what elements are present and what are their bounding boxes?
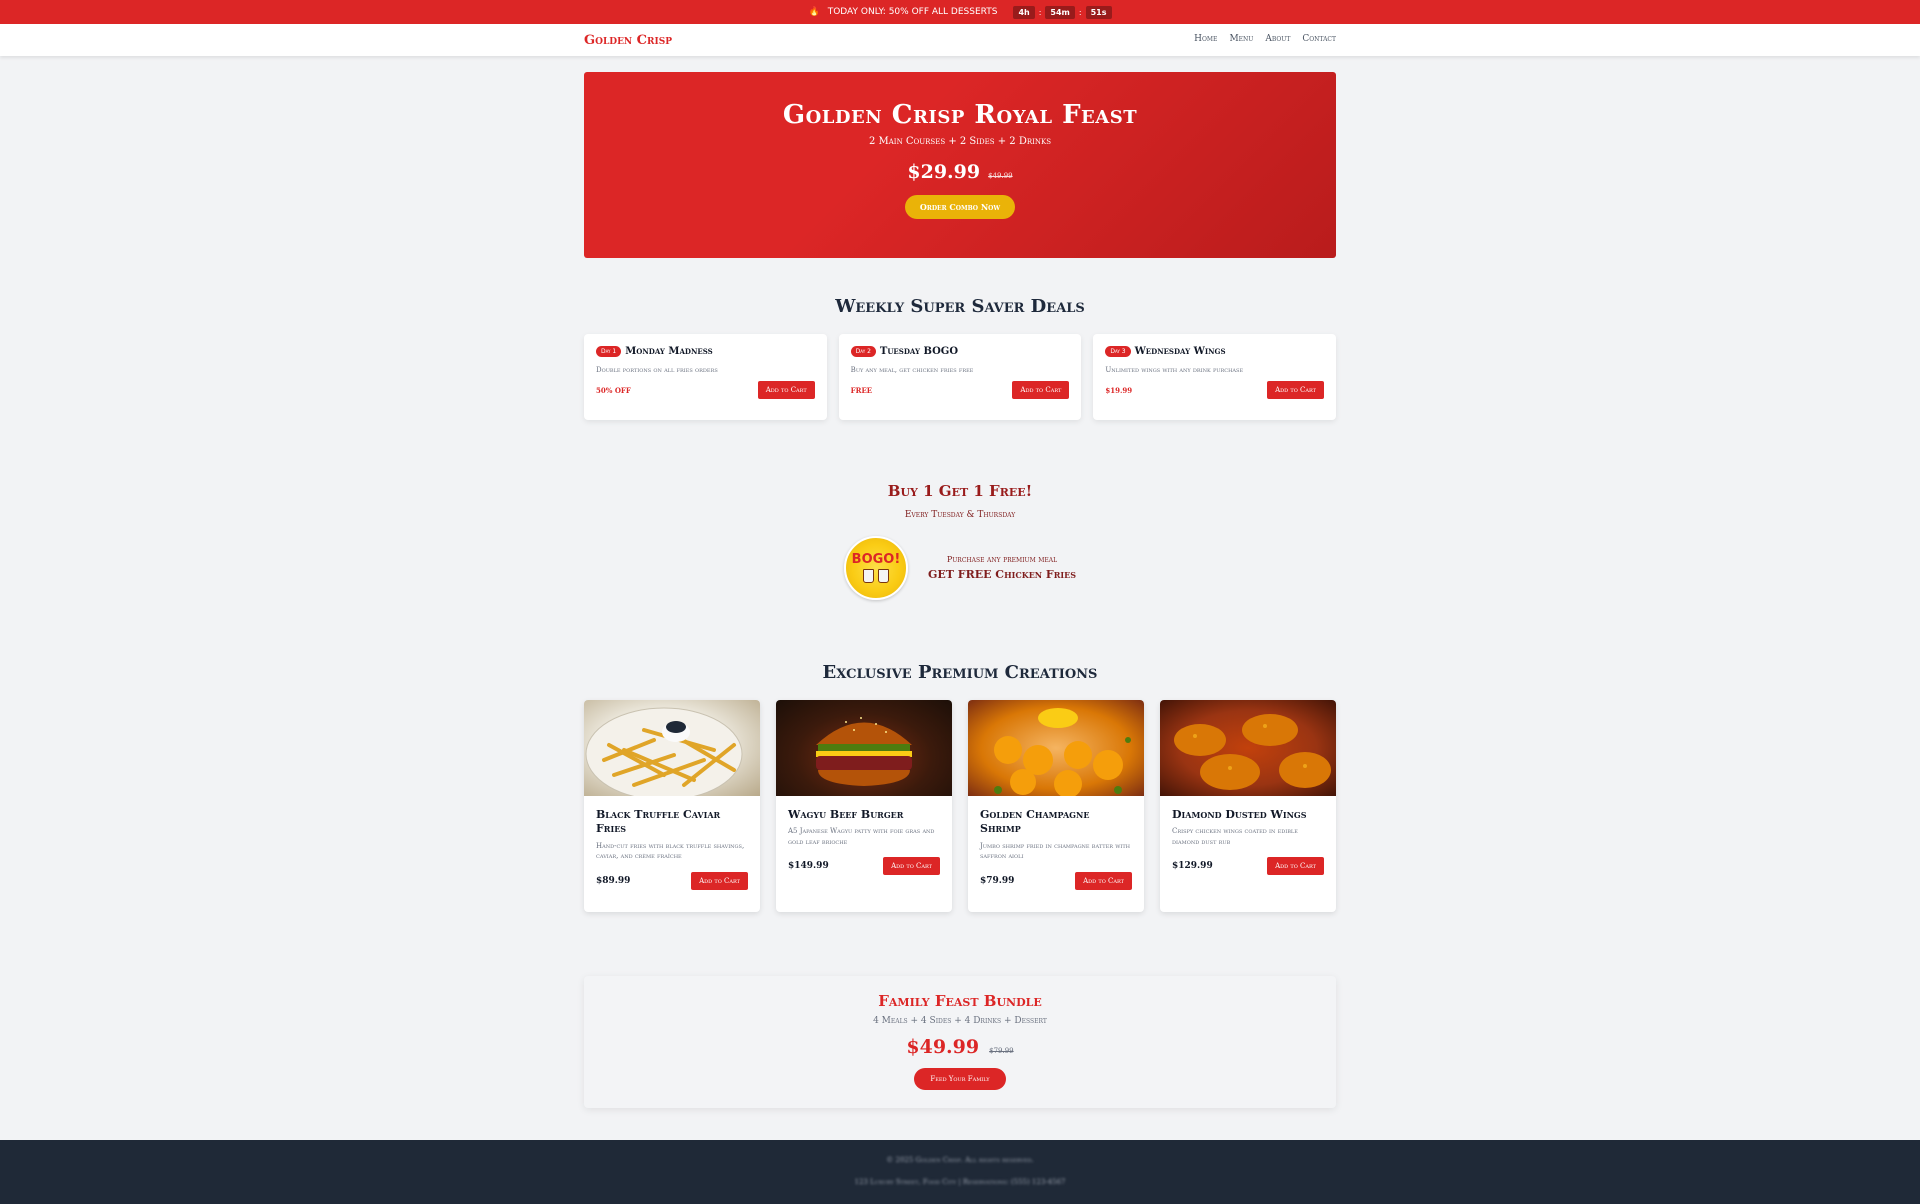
bogo-title: Buy 1 Get 1 Free! [887,482,1033,500]
day-badge: Day 1 [596,346,622,357]
family-price: $49.99 [906,1036,980,1058]
hero-title: Golden Crisp Royal Feast [782,100,1138,130]
deal-title: Wednesday Wings [1134,346,1226,357]
feed-family-button[interactable]: Feed Your Family [914,1068,1006,1090]
product-name: Diamond Dusted Wings [1172,808,1307,821]
product-card: Wagyu Beef Burger A5 Japanese Wagyu patt… [776,700,952,912]
family-price-row: $49.99 $79.99 [584,1036,1336,1058]
nav-link-about[interactable]: About [1265,34,1290,44]
drink-cups-icon [862,569,889,583]
top-nav: Golden Crisp Home Menu About Contact [0,24,1920,56]
add-to-cart-button[interactable]: Add to Cart [757,381,815,399]
site-footer: © 2025 Golden Crisp. All rights reserved… [0,1140,1920,1204]
bogo-image: BOGO! [843,536,908,600]
add-to-cart-button[interactable]: Add to Cart [1075,871,1132,890]
timer-seconds: 51s [1085,5,1112,19]
bogo-line-2: GET FREE Chicken Fries [927,568,1077,581]
flame-icon: 🔥 [808,7,820,17]
hero-old-price: $49.99 [988,172,1013,180]
deal-value: 50% OFF [596,385,631,395]
product-card: Golden Champagne Shrimp Jumbo shrimp fri… [968,700,1144,912]
deals-section-title: Weekly Super Saver Deals [835,296,1085,317]
timer-separator: : [1038,7,1042,17]
truffle-fries-image [584,700,760,796]
add-to-cart-button[interactable]: Add to Cart [883,857,940,876]
promo-text: TODAY ONLY: 50% OFF ALL DESSERTS [827,7,998,17]
day-badge: Day 3 [1105,346,1131,357]
family-title: Family Feast Bundle [878,992,1042,1010]
nav-links: Home Menu About Contact [1194,34,1336,44]
add-to-cart-button[interactable]: Add to Cart [1012,381,1070,399]
product-description: Hand-cut fries with black truffle shavin… [596,841,745,861]
product-price: $89.99 [596,875,631,886]
product-price: $79.99 [980,875,1015,886]
deal-description: Unlimited wings with any drink purchase [1105,366,1244,374]
add-to-cart-button[interactable]: Add to Cart [691,871,748,890]
countdown-timer: 4h : 54m : 51s [1013,5,1112,19]
premium-list: Black Truffle Caviar Fries Hand-cut frie… [584,700,1336,912]
bogo-promo: BOGO! Purchase any premium meal GET FREE… [0,536,1920,600]
product-description: Jumbo shrimp fried in champagne batter w… [980,841,1131,861]
wagyu-burger-image [776,700,952,796]
timer-hours: 4h [1013,5,1035,19]
deal-card: Day 1 Monday Madness Double portions on … [584,334,827,420]
footer-contact: 123 Luxury Street, Food City | Reservati… [854,1178,1066,1186]
product-card: Diamond Dusted Wings Crispy chicken wing… [1160,700,1336,912]
hero-price-row: $29.99 $49.99 [584,161,1336,183]
product-description: Crispy chicken wings coated in edible di… [1172,827,1298,846]
add-to-cart-button[interactable]: Add to Cart [1267,857,1324,876]
site-logo[interactable]: Golden Crisp [584,33,672,48]
add-to-cart-button[interactable]: Add to Cart [1267,381,1325,399]
premium-section-title: Exclusive Premium Creations [822,662,1098,683]
timer-separator: : [1078,7,1082,17]
deal-value: FREE [850,385,873,395]
champagne-shrimp-image [968,700,1144,796]
hero-banner: Golden Crisp Royal Feast 2 Main Courses … [584,72,1336,258]
family-subtitle: 4 Meals + 4 Sides + 4 Drinks + Dessert [873,1016,1047,1026]
bogo-text: Purchase any premium meal GET FREE Chick… [928,555,1076,581]
product-price: $149.99 [788,861,829,872]
deals-list: Day 1 Monday Madness Double portions on … [584,334,1337,420]
deal-value: $19.99 [1105,385,1133,395]
deal-title: Monday Madness [625,346,713,357]
product-price: $129.99 [1172,861,1213,872]
bogo-subtitle: Every Tuesday & Thursday [904,510,1016,520]
bogo-image-text: BOGO! [851,552,901,567]
day-badge: Day 2 [850,346,876,357]
timer-minutes: 54m [1045,5,1075,19]
deal-description: Double portions on all fries orders [596,366,718,374]
product-name: Golden Champagne Shrimp [980,808,1090,836]
product-description: A5 Japanese Wagyu patty with foie gras a… [788,827,935,846]
product-name: Black Truffle Caviar Fries [596,808,721,836]
footer-copyright: © 2025 Golden Crisp. All rights reserved… [886,1156,1034,1164]
deal-description: Buy any meal, get chicken fries free [850,366,974,374]
nav-link-menu[interactable]: Menu [1229,34,1253,44]
product-name: Wagyu Beef Burger [788,808,904,821]
bogo-line-1: Purchase any premium meal [946,555,1058,564]
deal-card: Day 2 Tuesday BOGO Buy any meal, get chi… [838,334,1082,420]
hero-price: $29.99 [907,161,981,183]
order-combo-button[interactable]: Order Combo Now [904,195,1016,219]
deal-card: Day 3 Wednesday Wings Unlimited wings wi… [1093,334,1337,420]
diamond-wings-image [1160,700,1336,796]
nav-link-home[interactable]: Home [1194,34,1217,44]
promo-banner: 🔥 TODAY ONLY: 50% OFF ALL DESSERTS 4h : … [0,0,1920,24]
hero-subtitle: 2 Main Courses + 2 Sides + 2 Drinks [868,136,1052,147]
family-bundle: Family Feast Bundle 4 Meals + 4 Sides + … [584,976,1336,1108]
nav-link-contact[interactable]: Contact [1302,34,1336,44]
family-old-price: $79.99 [989,1047,1014,1055]
product-card: Black Truffle Caviar Fries Hand-cut frie… [584,700,760,912]
deal-title: Tuesday BOGO [879,346,959,357]
